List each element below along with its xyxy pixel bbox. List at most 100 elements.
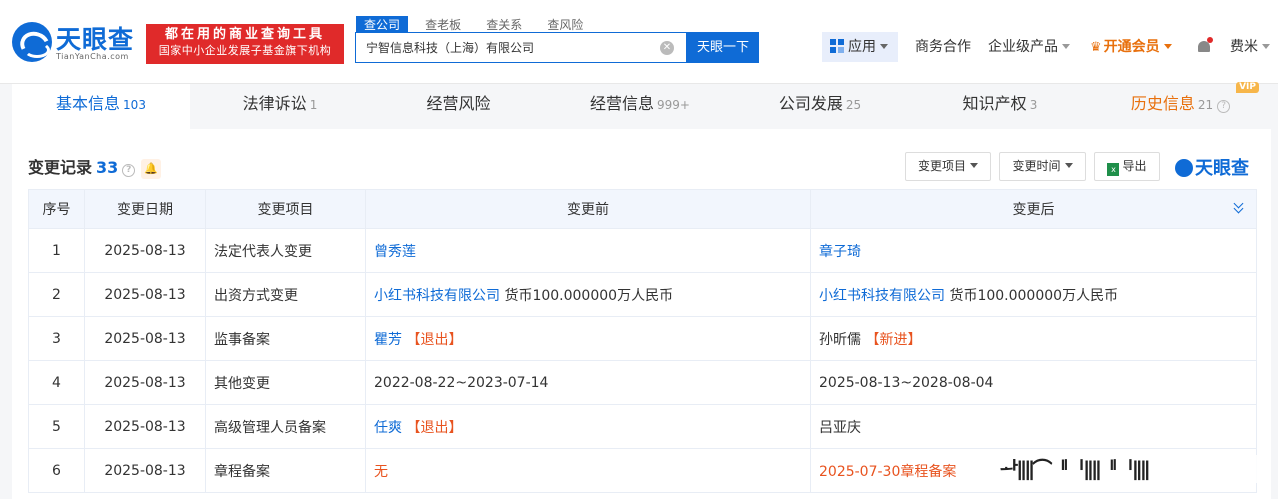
- nav-business[interactable]: 商务合作: [915, 32, 971, 62]
- main-card: 基本信息 103 法律诉讼 1 经营风险 经营信息 999+ 公司发展 25 知识产权 3…: [12, 82, 1271, 499]
- tab-operation-info[interactable]: 经营信息 999+: [550, 84, 730, 129]
- cell-no: 4: [28, 360, 85, 405]
- cell-text: 孙昕儒: [819, 331, 861, 348]
- slogan-line2: 国家中小企业发展子基金旗下机构: [158, 44, 332, 57]
- tab-count: 3: [1029, 98, 1038, 112]
- cell-date: 2025-08-13: [84, 228, 206, 273]
- tab-count: 1: [309, 98, 318, 112]
- exit-tag: 【退出】: [406, 419, 463, 436]
- col-header-after: 变更后: [810, 189, 1257, 229]
- table-row: 5 2025-08-13 高级管理人员备案 任爽 【退出】 吕亚庆: [28, 404, 1257, 449]
- exit-tag: 【退出】: [406, 331, 463, 348]
- nav-vip-label: 开通会员: [1103, 39, 1160, 55]
- tab-label: 基本信息: [56, 94, 121, 113]
- search-input[interactable]: [356, 33, 646, 62]
- change-records-table: 序号 变更日期 变更项目 变更前 变更后 1 2025-08-13 法定代表人变…: [28, 189, 1257, 493]
- cell-date: 2025-08-13: [84, 404, 206, 449]
- table-row: 1 2025-08-13 法定代表人变更 曾秀莲 章子琦: [28, 228, 1257, 273]
- collapse-chevron-icon[interactable]: [1234, 202, 1244, 212]
- tab-label: 经营风险: [426, 94, 491, 113]
- crown-icon: ♛: [1090, 40, 1102, 55]
- caret-down-icon: [1262, 44, 1270, 49]
- slogan-line1: 都在用的商业查询工具: [164, 27, 325, 42]
- help-icon[interactable]: ?: [122, 164, 136, 177]
- nav-vip[interactable]: ♛ 开通会员: [1090, 32, 1172, 62]
- cell-item: 监事备案: [205, 316, 366, 361]
- tab-count: 999+: [657, 98, 690, 112]
- cell-no: 3: [28, 316, 85, 361]
- search-button[interactable]: 天眼一下: [687, 32, 759, 63]
- cell-date: 2025-08-13: [84, 448, 206, 493]
- help-icon[interactable]: ?: [1217, 100, 1231, 113]
- cell-before: 曾秀莲: [365, 228, 811, 273]
- slogan-banner: 都在用的商业查询工具 国家中小企业发展子基金旗下机构: [146, 24, 344, 64]
- company-tabs: 基本信息 103 法律诉讼 1 经营风险 经营信息 999+ 公司发展 25 知识产权 3…: [12, 82, 1271, 129]
- bell-alert-icon[interactable]: 🔔: [141, 159, 162, 179]
- search-box: ✕: [355, 32, 687, 63]
- cell-item: 法定代表人变更: [205, 228, 366, 273]
- vip-tag: VIP: [1236, 82, 1259, 93]
- nav-user[interactable]: 费米: [1230, 32, 1270, 62]
- cell-item: 章程备案: [205, 448, 366, 493]
- filter-label: 变更项目: [917, 159, 966, 173]
- cell-before: 瞿芳 【退出】: [365, 316, 811, 361]
- company-link[interactable]: 小红书科技有限公司: [374, 288, 500, 304]
- export-button[interactable]: x 导出: [1094, 152, 1160, 181]
- search-type-tabs: 查公司 查老板 查关系 查风险: [356, 14, 595, 34]
- col-header-before: 变更前: [365, 189, 811, 229]
- excel-icon: x: [1107, 163, 1120, 176]
- person-link[interactable]: 曾秀莲: [374, 244, 416, 260]
- cell-before: 2022-08-22~2023-07-14: [365, 360, 811, 405]
- tab-legal[interactable]: 法律诉讼 1: [190, 84, 370, 129]
- cell-no: 6: [28, 448, 85, 493]
- top-header: 天眼查 TianYanCha.com 都在用的商业查询工具 国家中小企业发展子基…: [0, 0, 1278, 84]
- tab-development[interactable]: 公司发展 25: [730, 84, 910, 129]
- clear-icon[interactable]: ✕: [660, 41, 674, 55]
- table-row: 3 2025-08-13 监事备案 瞿芳 【退出】 孙昕儒 【新进】: [28, 316, 1257, 361]
- section-title: 变更记录 33? 🔔: [28, 154, 162, 179]
- tab-count: 25: [845, 98, 862, 112]
- col-header-item: 变更项目: [205, 189, 366, 229]
- tab-label: 知识产权: [962, 94, 1027, 113]
- tab-history[interactable]: VIP 历史信息 21?: [1090, 82, 1271, 129]
- tab-operation-risk[interactable]: 经营风险: [370, 84, 550, 129]
- filter-change-time-button[interactable]: 变更时间: [999, 152, 1086, 181]
- brand-small-text: 天眼查: [1195, 158, 1249, 179]
- tab-label: 公司发展: [778, 94, 843, 113]
- person-link[interactable]: 瞿芳: [374, 332, 402, 348]
- person-link[interactable]: 章子琦: [819, 244, 861, 260]
- tab-ip[interactable]: 知识产权 3: [910, 84, 1090, 129]
- bell-icon[interactable]: [1197, 37, 1213, 54]
- section-count: 33: [96, 158, 119, 177]
- col-header-no: 序号: [28, 189, 85, 229]
- tianyancha-logo[interactable]: 天眼查 TianYanCha.com: [12, 20, 142, 64]
- filter-change-item-button[interactable]: 变更项目: [905, 152, 991, 181]
- export-label: 导出: [1122, 159, 1147, 173]
- cell-no: 2: [28, 272, 85, 317]
- tab-basic-info[interactable]: 基本信息 103: [12, 84, 190, 129]
- cell-before: 无: [365, 448, 811, 493]
- tab-count: 103: [123, 98, 146, 112]
- cell-no: 1: [28, 228, 85, 273]
- new-tag: 【新进】: [865, 331, 922, 348]
- cell-before: 任爽 【退出】: [365, 404, 811, 449]
- apps-menu-button[interactable]: 应用: [822, 32, 898, 62]
- brand-watermark-logo: 天眼查: [1175, 154, 1249, 180]
- logo-mark-icon: [12, 22, 52, 62]
- person-link[interactable]: 任爽: [374, 420, 402, 436]
- nav-enterprise-products[interactable]: 企业级产品: [988, 32, 1070, 62]
- tab-label: 法律诉讼: [242, 94, 307, 113]
- caret-down-icon: [880, 44, 888, 49]
- cell-date: 2025-08-13: [84, 316, 206, 361]
- caret-down-icon: [1163, 44, 1172, 49]
- user-name: 费米: [1230, 39, 1258, 55]
- tab-label: 经营信息: [590, 94, 655, 113]
- cell-after: 小红书科技有限公司 货币100.000000万人民币: [810, 272, 1257, 317]
- company-link[interactable]: 小红书科技有限公司: [819, 288, 945, 304]
- col-header-after-label: 变更后: [1012, 202, 1055, 218]
- cell-after: 章子琦: [810, 228, 1257, 273]
- cell-no: 5: [28, 404, 85, 449]
- caret-down-icon: [1064, 163, 1073, 168]
- logo-title: 天眼查: [56, 25, 135, 54]
- table-header-row: 序号 变更日期 变更项目 变更前 变更后: [28, 189, 1257, 229]
